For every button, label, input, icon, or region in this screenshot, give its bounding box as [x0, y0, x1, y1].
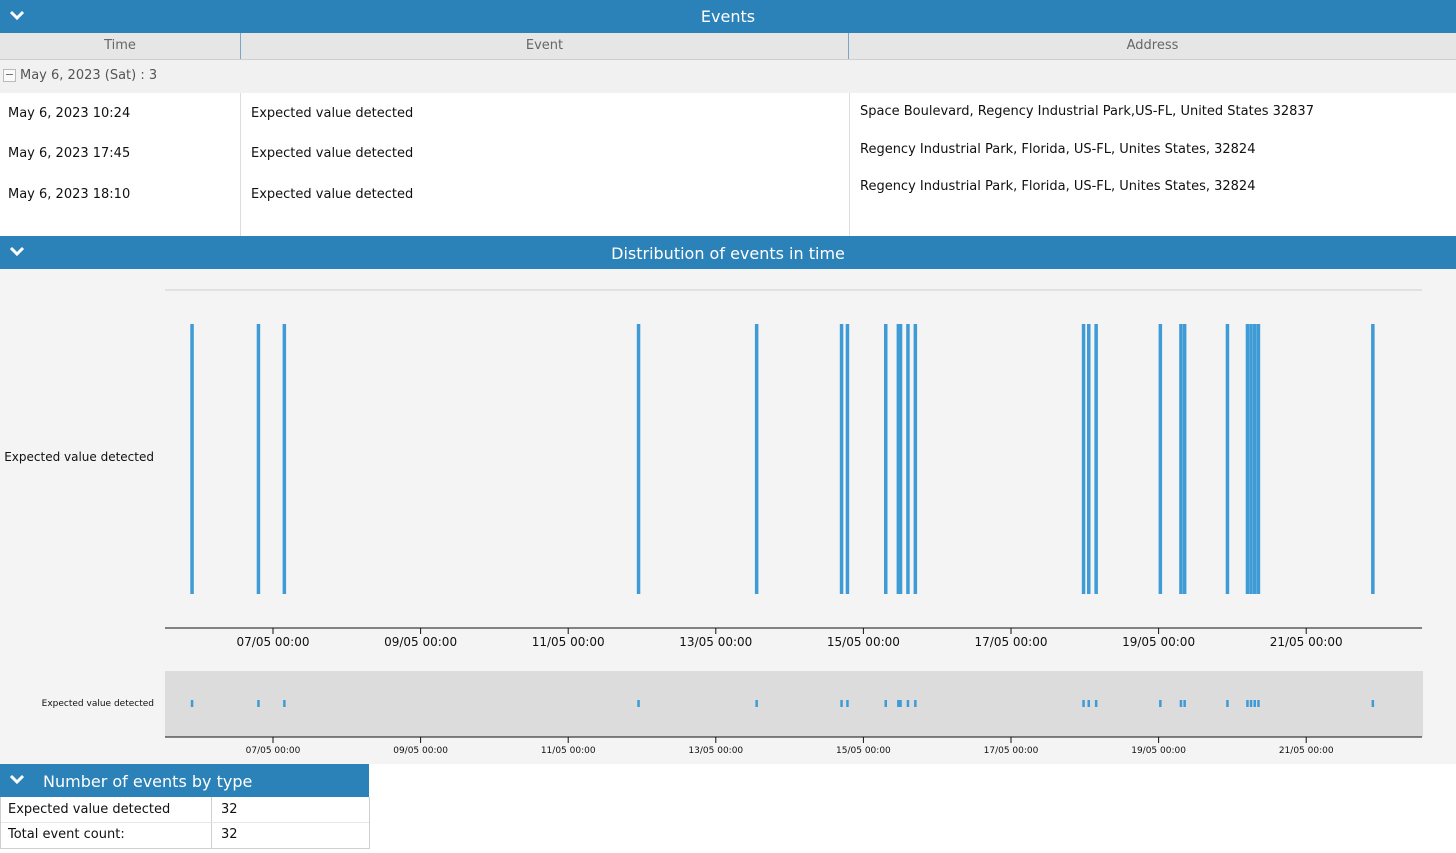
event-time-cell: May 6, 2023 18:10	[8, 187, 131, 202]
overview-event-bar	[1371, 700, 1375, 707]
event-bar[interactable]	[282, 324, 287, 594]
overview-event-bar	[1082, 700, 1085, 707]
overview-event-bar	[257, 700, 260, 707]
x-axis-tick-label: 07/05 00:00	[237, 635, 310, 649]
overview-x-axis-tick-label: 13/05 00:00	[688, 746, 743, 756]
x-axis-tick-label: 13/05 00:00	[679, 635, 752, 649]
event-time-cell: May 6, 2023 17:45	[8, 146, 131, 161]
event-bar[interactable]	[845, 324, 850, 594]
event-address-cell: Regency Industrial Park, Florida, US-FL,…	[860, 142, 1256, 157]
event-time-cell: May 6, 2023 10:24	[8, 106, 131, 121]
event-bar[interactable]	[754, 324, 759, 594]
overview-event-bar	[1183, 700, 1186, 707]
event-address-cell: Regency Industrial Park, Florida, US-FL,…	[860, 179, 1256, 194]
date-group-row[interactable]: − May 6, 2023 (Sat) : 3	[0, 60, 1456, 93]
event-bar[interactable]	[1225, 324, 1230, 594]
event-bar[interactable]	[1094, 324, 1098, 594]
chevron-down-icon[interactable]	[8, 770, 26, 788]
column-header-event[interactable]: Event	[241, 33, 848, 59]
overview-x-axis-tick-label: 17/05 00:00	[984, 746, 1039, 756]
count-panel-header[interactable]: Number of events by type	[0, 764, 369, 797]
event-bar[interactable]	[1256, 324, 1261, 594]
event-type-count: 32	[221, 802, 238, 817]
overview-event-bar	[884, 700, 887, 707]
column-divider	[849, 93, 850, 236]
column-header-address[interactable]: Address	[849, 33, 1456, 59]
column-header-time[interactable]: Time	[0, 33, 240, 59]
event-type-label: Expected value detected	[8, 802, 171, 817]
overview-x-axis-tick-label: 11/05 00:00	[541, 746, 596, 756]
event-bar[interactable]	[1158, 324, 1163, 594]
overview-event-bar	[1246, 700, 1249, 707]
x-axis-tick-label: 09/05 00:00	[384, 635, 457, 649]
overview-x-axis-tick-label: 09/05 00:00	[393, 746, 448, 756]
distribution-chart-area: Expected value detected 07/05 00:00 09/05…	[0, 269, 1456, 764]
overview-event-bar	[1159, 700, 1162, 707]
overview-x-axis-tick-label: 07/05 00:00	[246, 746, 301, 756]
overview-navigator[interactable]	[165, 671, 1423, 737]
event-bar[interactable]	[913, 324, 918, 594]
distribution-panel-header[interactable]: Distribution of events in time	[0, 236, 1456, 269]
event-bar[interactable]	[1179, 324, 1183, 594]
overview-event-bar	[840, 700, 843, 707]
event-bar[interactable]	[1253, 324, 1257, 594]
overview-event-bar	[283, 700, 286, 707]
event-bar[interactable]	[906, 324, 910, 594]
event-name-cell: Expected value detected	[251, 187, 414, 202]
event-bar[interactable]	[1081, 324, 1086, 594]
overview-event-bar	[899, 700, 902, 707]
event-bar[interactable]	[884, 324, 888, 594]
overview-event-bar	[1253, 700, 1256, 707]
x-axis-tick-label: 21/05 00:00	[1270, 635, 1343, 649]
overview-event-bar	[914, 700, 917, 707]
overview-event-bar	[1226, 700, 1229, 707]
overview-event-bar	[897, 700, 900, 707]
overview-event-bar	[846, 700, 849, 707]
event-bar[interactable]	[1245, 324, 1250, 594]
overview-event-bar	[1249, 700, 1253, 707]
event-bar[interactable]	[1087, 324, 1091, 594]
total-count-label: Total event count:	[8, 827, 125, 842]
event-distribution-chart: Expected value detected 07/05 00:00 09/05…	[4, 289, 1423, 756]
overview-series-label: Expected value detected	[42, 699, 154, 709]
x-axis-tick-label: 15/05 00:00	[827, 635, 900, 649]
column-divider	[240, 93, 241, 236]
x-axis-tick-label: 17/05 00:00	[975, 635, 1048, 649]
distribution-panel-title: Distribution of events in time	[611, 244, 845, 263]
overview-x-axis-tick-label: 15/05 00:00	[836, 746, 891, 756]
event-bar[interactable]	[898, 324, 903, 594]
event-bar[interactable]	[256, 324, 261, 594]
overview-event-bar	[1094, 700, 1098, 707]
overview-event-bar	[1179, 700, 1183, 707]
event-bar[interactable]	[1249, 324, 1253, 594]
total-count-value: 32	[221, 827, 238, 842]
overview-event-bar	[1087, 700, 1090, 707]
overview-event-bar	[190, 700, 194, 707]
overview-event-bar	[1257, 700, 1260, 707]
overview-event-bar	[906, 700, 910, 707]
event-name-cell: Expected value detected	[251, 146, 414, 161]
event-bar[interactable]	[1182, 324, 1187, 594]
series-label: Expected value detected	[4, 450, 154, 464]
date-group-label: May 6, 2023 (Sat) : 3	[20, 68, 158, 83]
row-divider	[1, 822, 369, 823]
event-bar[interactable]	[190, 324, 194, 594]
event-name-cell: Expected value detected	[251, 106, 414, 121]
event-bar[interactable]	[636, 324, 641, 594]
count-panel-title: Number of events by type	[43, 772, 253, 791]
x-axis-tick-label: 19/05 00:00	[1122, 635, 1195, 649]
overview-x-axis-tick-label: 19/05 00:00	[1131, 746, 1186, 756]
overview-event-bar	[755, 700, 758, 707]
events-table-header: Time Event Address	[0, 33, 1456, 60]
event-bar[interactable]	[1371, 324, 1375, 594]
event-bar[interactable]	[839, 324, 844, 594]
overview-event-bar	[637, 700, 640, 707]
count-table: Expected value detected 32 Total event c…	[0, 797, 370, 849]
event-address-cell: Space Boulevard, Regency Industrial Park…	[860, 104, 1314, 119]
events-panel-header[interactable]: Events	[0, 0, 1456, 33]
overview-x-axis-tick-label: 21/05 00:00	[1279, 746, 1334, 756]
x-axis-tick-label: 11/05 00:00	[532, 635, 605, 649]
events-panel-title: Events	[700, 7, 756, 26]
collapse-group-icon[interactable]: −	[3, 69, 16, 82]
